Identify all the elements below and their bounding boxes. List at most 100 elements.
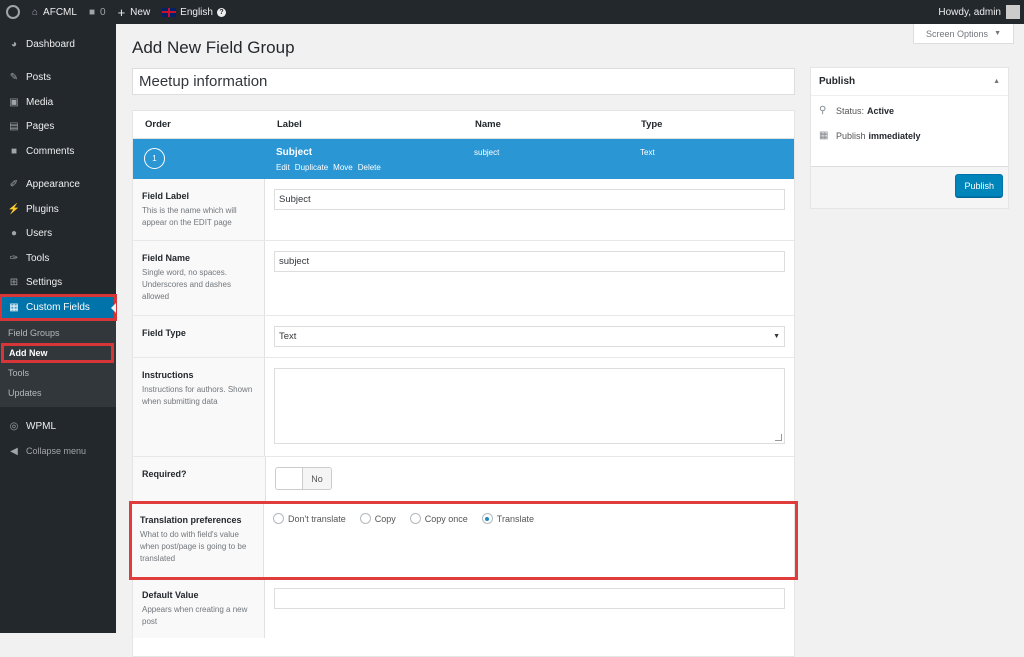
comment-icon: ■ bbox=[10, 145, 18, 157]
radio-label: Translate bbox=[496, 513, 534, 524]
media-icon: ▣ bbox=[9, 96, 19, 108]
submenu-tools[interactable]: Tools bbox=[0, 363, 116, 383]
instructions-textarea[interactable] bbox=[274, 368, 785, 444]
sidebar-item-label: Media bbox=[26, 96, 54, 108]
field-group-title-input[interactable]: Meetup information bbox=[132, 68, 795, 95]
field-row[interactable]: 1 Subject Edit Duplicate Move Delete subjec… bbox=[133, 139, 794, 179]
sidebar-item-settings[interactable]: ⊞ Settings bbox=[0, 271, 116, 296]
plus-icon: + bbox=[117, 4, 126, 20]
setting-value-cell: No bbox=[266, 457, 794, 502]
collapse-arrow-icon: ▲ bbox=[993, 78, 1000, 85]
setting-description: Single word, no spaces. Underscores and … bbox=[142, 268, 231, 301]
submenu-updates[interactable]: Updates bbox=[0, 383, 116, 403]
language-switcher[interactable]: English? bbox=[156, 0, 232, 24]
uk-flag-icon bbox=[162, 7, 177, 17]
radio-dont-translate[interactable]: Don't translate bbox=[273, 513, 346, 524]
field-type-select[interactable]: Text ▼ bbox=[274, 326, 785, 347]
setting-label-cell: Field Type bbox=[133, 316, 265, 357]
setting-title: Required? bbox=[142, 469, 187, 479]
custom-fields-icon: ▦ bbox=[9, 301, 19, 313]
comment-icon: ■ bbox=[88, 6, 95, 18]
wrench-icon: ✑ bbox=[9, 252, 19, 264]
setting-title: Default Value bbox=[142, 590, 199, 600]
setting-label-cell: Instructions Instructions for authors. Sh… bbox=[133, 358, 265, 456]
setting-title: Translation preferences bbox=[140, 515, 242, 525]
field-name-input[interactable]: subject bbox=[274, 251, 785, 272]
brush-icon: ✐ bbox=[9, 179, 19, 191]
sidebar-item-dashboard[interactable]: ◕ Dashboard bbox=[0, 32, 116, 57]
order-badge: 1 bbox=[144, 148, 165, 169]
submenu-field-groups[interactable]: Field Groups bbox=[0, 323, 116, 343]
setting-field-name: Field Name Single word, no spaces. Unders… bbox=[133, 241, 794, 316]
sidebar-item-posts[interactable]: ✎ Posts bbox=[0, 66, 116, 91]
sidebar-item-label: Pages bbox=[26, 121, 55, 133]
move-link[interactable]: Move bbox=[333, 163, 353, 172]
publish-schedule: ▦ Publish immediately bbox=[811, 123, 1008, 148]
edit-link[interactable]: Edit bbox=[276, 163, 290, 172]
site-name-link[interactable]: ⌂ AFCML bbox=[26, 0, 83, 24]
sidebar-item-plugins[interactable]: ⚡ Plugins bbox=[0, 197, 116, 222]
setting-field-label: Field Label This is the name which will a… bbox=[133, 179, 794, 241]
wp-logo-menu[interactable] bbox=[0, 0, 26, 24]
sidebar-item-custom-fields[interactable]: ▦ Custom Fields bbox=[0, 294, 117, 321]
sidebar-item-comments[interactable]: ■ Comments bbox=[0, 139, 116, 164]
publish-status: ⚲ Status: Active bbox=[811, 98, 1008, 123]
publish-button[interactable]: Publish bbox=[955, 174, 1003, 197]
new-content-link[interactable]: + New bbox=[112, 0, 157, 24]
publish-value: immediately bbox=[868, 130, 921, 141]
screen-options-button[interactable]: Screen Options ▼ bbox=[913, 24, 1014, 44]
account-menu[interactable]: Howdy, admin bbox=[932, 0, 1024, 24]
translation-radio-group: Don't translate Copy Copy once Translate bbox=[273, 513, 787, 524]
delete-link[interactable]: Delete bbox=[358, 163, 381, 172]
submenu-add-new[interactable]: Add New bbox=[1, 342, 114, 363]
required-toggle[interactable]: No bbox=[275, 467, 332, 490]
status-value: Active bbox=[867, 105, 895, 116]
setting-value-cell: subject bbox=[265, 241, 794, 315]
setting-description: Appears when creating a new post bbox=[142, 605, 248, 626]
publish-box-header[interactable]: Publish ▲ bbox=[811, 68, 1008, 96]
radio-copy-once[interactable]: Copy once bbox=[409, 513, 468, 524]
field-label-input[interactable]: Subject bbox=[274, 189, 785, 210]
duplicate-link[interactable]: Duplicate bbox=[295, 163, 328, 172]
publish-box: Publish ▲ ⚲ Status: Active ▦ Publish immediat… bbox=[810, 67, 1009, 209]
custom-fields-submenu: Field Groups Add New Tools Updates bbox=[0, 319, 116, 407]
setting-translation-preferences: Translation preferences What to do with f… bbox=[129, 501, 798, 580]
sidebar-item-users[interactable]: ● Users bbox=[0, 222, 116, 247]
field-row-name: subject bbox=[474, 148, 500, 157]
sidebar-item-label: Posts bbox=[26, 72, 52, 84]
publish-label: Publish bbox=[836, 130, 866, 141]
sidebar-item-media[interactable]: ▣ Media bbox=[0, 90, 116, 115]
setting-required: Required? No bbox=[133, 457, 794, 503]
main-content: Screen Options ▼ Add New Field Group Meet… bbox=[116, 24, 1024, 657]
comments-count: 0 bbox=[100, 6, 106, 18]
wordpress-icon bbox=[6, 5, 20, 19]
sidebar-item-appearance[interactable]: ✐ Appearance bbox=[0, 173, 116, 198]
comments-link[interactable]: ■ 0 bbox=[83, 0, 112, 24]
settings-icon: ⊞ bbox=[9, 277, 19, 289]
default-value-input[interactable] bbox=[274, 588, 785, 609]
setting-label-cell: Default Value Appears when creating a new… bbox=[133, 578, 265, 638]
setting-title: Field Label bbox=[142, 191, 190, 201]
sidebar-item-pages[interactable]: ▤ Pages bbox=[0, 115, 116, 140]
collapse-menu-button[interactable]: ◀ Collapse menu bbox=[0, 439, 116, 464]
setting-title: Field Name bbox=[142, 253, 191, 263]
sidebar-item-label: Users bbox=[26, 228, 53, 240]
setting-label-cell: Translation preferences What to do with f… bbox=[131, 503, 264, 577]
fields-box: Order Label Name Type 1 Subject Edit Dupl… bbox=[129, 110, 798, 657]
sidebar-item-wpml[interactable]: ◎ WPML bbox=[0, 415, 116, 440]
avatar bbox=[1006, 5, 1020, 19]
setting-value-cell: Subject bbox=[265, 179, 794, 240]
publish-actions: Publish bbox=[811, 166, 1008, 208]
sidebar-item-label: Comments bbox=[26, 145, 75, 157]
new-label: New bbox=[130, 6, 151, 18]
screen-options-label: Screen Options bbox=[926, 28, 989, 39]
radio-translate[interactable]: Translate bbox=[481, 513, 534, 524]
site-name: AFCML bbox=[43, 6, 77, 18]
radio-copy[interactable]: Copy bbox=[359, 513, 396, 524]
sidebar-item-label: Tools bbox=[26, 252, 50, 264]
pin-icon: ⚲ bbox=[819, 105, 827, 116]
field-row-label[interactable]: Subject bbox=[276, 147, 312, 158]
dashboard-icon: ◕ bbox=[10, 38, 18, 50]
column-header-label: Label bbox=[277, 119, 302, 130]
sidebar-item-tools[interactable]: ✑ Tools bbox=[0, 246, 116, 271]
